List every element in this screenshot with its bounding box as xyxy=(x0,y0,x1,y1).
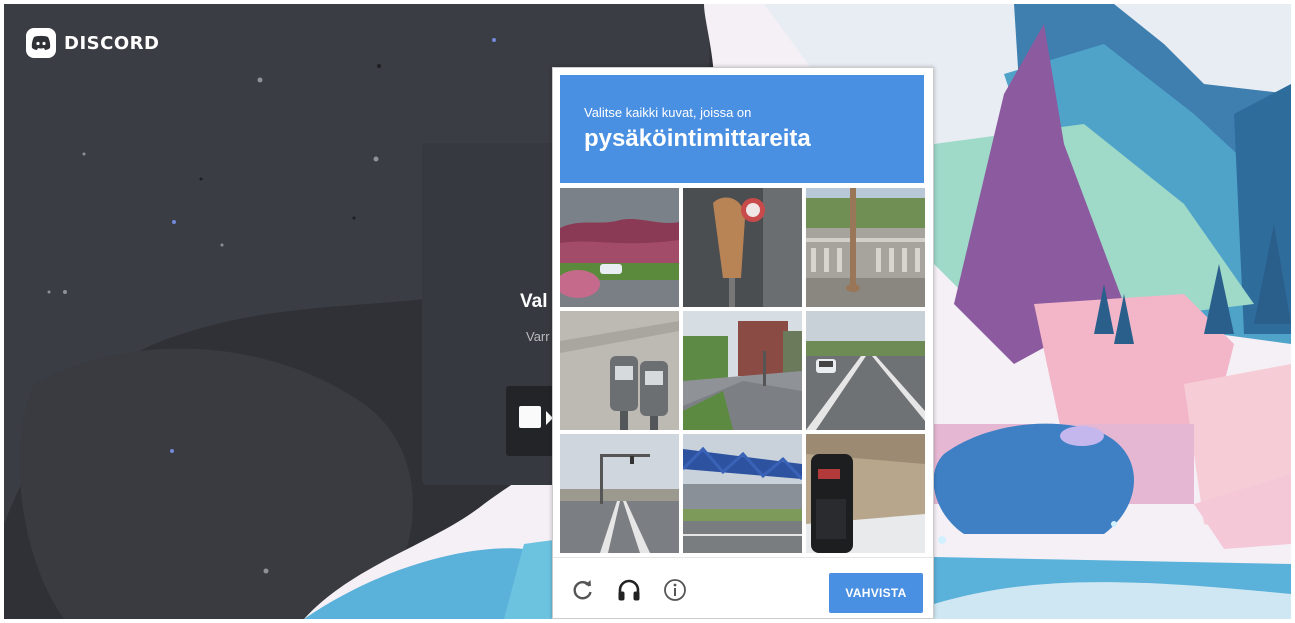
tile-image-highway-car xyxy=(806,311,925,430)
captcha-tile-8[interactable] xyxy=(683,434,802,553)
card-subtitle: Varr xyxy=(526,329,550,344)
captcha-image-grid xyxy=(560,188,926,554)
captcha-tile-4[interactable] xyxy=(560,311,679,430)
captcha-checkbox[interactable] xyxy=(519,406,541,428)
captcha-header: Valitse kaikki kuvat, joissa on pysäköin… xyxy=(560,75,924,183)
discord-logo-icon xyxy=(26,28,56,58)
tile-image-double-meters xyxy=(560,311,679,430)
captcha-target-object: pysäköintimittareita xyxy=(584,125,811,152)
captcha-tile-3[interactable] xyxy=(806,188,925,307)
tile-image-trees-street xyxy=(560,188,679,307)
reload-icon[interactable] xyxy=(570,577,596,603)
tile-image-meter-dark xyxy=(806,434,925,553)
captcha-footer: VAHVISTA xyxy=(553,557,933,619)
captcha-tile-5[interactable] xyxy=(683,311,802,430)
captcha-instruction: Valitse kaikki kuvat, joissa on xyxy=(584,105,752,120)
captcha-tile-1[interactable] xyxy=(560,188,679,307)
tile-image-intersection xyxy=(560,434,679,553)
card-title: Val xyxy=(520,291,548,312)
tile-image-street-buildings xyxy=(683,311,802,430)
audio-headphones-icon[interactable] xyxy=(616,577,642,603)
tile-image-meter-closeup xyxy=(683,188,802,307)
verify-button[interactable]: VAHVISTA xyxy=(829,573,923,613)
tile-image-bridge-railing xyxy=(806,188,925,307)
captcha-tile-6[interactable] xyxy=(806,311,925,430)
captcha-tile-9[interactable] xyxy=(806,434,925,553)
tile-image-blue-bridge xyxy=(683,434,802,553)
captcha-challenge-popup: Valitse kaikki kuvat, joissa on pysäköin… xyxy=(552,67,934,619)
discord-logo-text: DISCORD xyxy=(64,32,160,54)
info-icon[interactable] xyxy=(662,577,688,603)
page-frame: DISCORD Val Varr Valitse kaikki kuvat, j… xyxy=(4,4,1291,619)
captcha-tile-2[interactable] xyxy=(683,188,802,307)
discord-logo[interactable]: DISCORD xyxy=(26,28,159,58)
captcha-tile-7[interactable] xyxy=(560,434,679,553)
